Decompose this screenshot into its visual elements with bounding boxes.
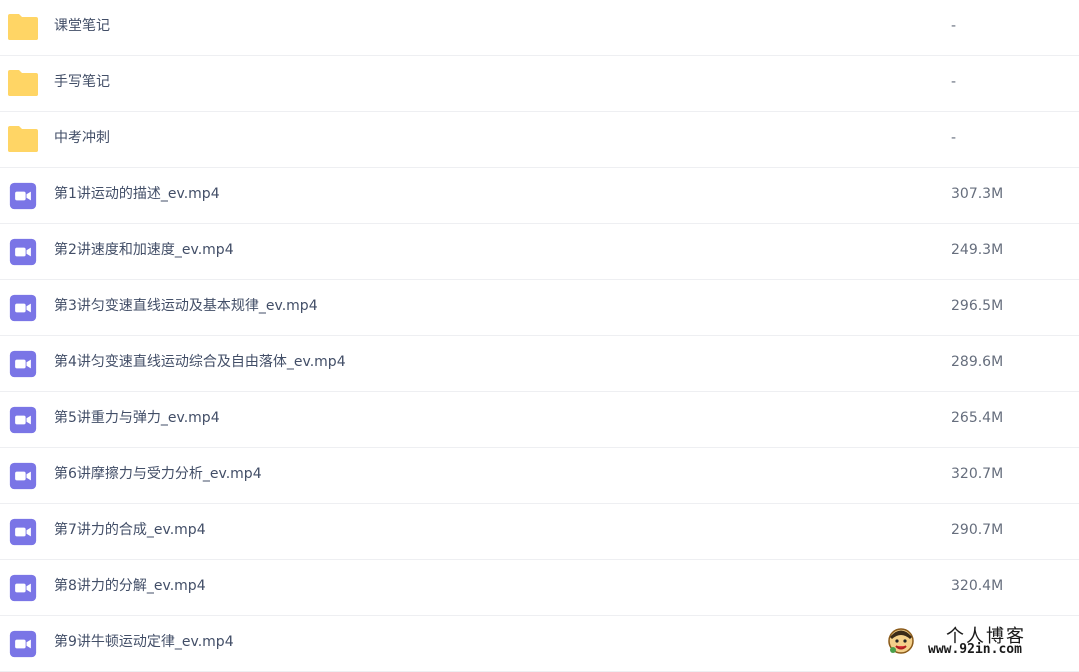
file-name[interactable]: 第3讲匀变速直线运动及基本规律_ev.mp4 [54,280,318,332]
mascot-icon [888,628,914,654]
file-size: - [951,18,957,34]
file-size: 320.7M [951,466,1004,482]
file-size: - [951,74,957,90]
file-size: 289.6M [951,354,1004,370]
folder-row[interactable]: 中考冲刺 - [0,112,1079,168]
video-file-icon [7,237,39,266]
folder-icon [7,69,39,97]
folder-icon [7,125,39,153]
file-name[interactable]: 第6讲摩擦力与受力分析_ev.mp4 [54,448,262,500]
file-size: 296.5M [951,298,1004,314]
video-file-icon [7,293,39,322]
video-file-icon [7,181,39,210]
file-name[interactable]: 课堂笔记 [54,0,110,52]
file-name[interactable]: 第1讲运动的描述_ev.mp4 [54,168,220,220]
file-row[interactable]: 第4讲匀变速直线运动综合及自由落体_ev.mp4 289.6M [0,336,1079,392]
file-name[interactable]: 手写笔记 [54,56,110,108]
video-file-icon [7,461,39,490]
file-row[interactable]: 第8讲力的分解_ev.mp4 320.4M [0,560,1079,616]
file-name[interactable]: 第8讲力的分解_ev.mp4 [54,560,206,612]
file-size: 290.7M [951,522,1004,538]
watermark: 个人博客 www.92in.com [886,622,1076,662]
file-name[interactable]: 第2讲速度和加速度_ev.mp4 [54,224,234,276]
file-row[interactable]: 第2讲速度和加速度_ev.mp4 249.3M [0,224,1079,280]
folder-row[interactable]: 课堂笔记 - [0,0,1079,56]
file-size: 265.4M [951,410,1004,426]
file-row[interactable]: 第7讲力的合成_ev.mp4 290.7M [0,504,1079,560]
file-row[interactable]: 第3讲匀变速直线运动及基本规律_ev.mp4 296.5M [0,280,1079,336]
folder-icon [7,13,39,41]
file-name[interactable]: 中考冲刺 [54,112,110,164]
file-name[interactable]: 第7讲力的合成_ev.mp4 [54,504,206,556]
file-size: 249.3M [951,242,1004,258]
video-file-icon [7,405,39,434]
folder-row[interactable]: 手写笔记 - [0,56,1079,112]
video-file-icon [7,517,39,546]
watermark-url: www.92in.com [928,642,1022,657]
file-name[interactable]: 第4讲匀变速直线运动综合及自由落体_ev.mp4 [54,336,346,388]
file-name[interactable]: 第5讲重力与弹力_ev.mp4 [54,392,220,444]
file-list: 课堂笔记 - 手写笔记 - 中考冲刺 - 第1讲运动的描述_ev.mp4 307.3M 第2讲速… [0,0,1079,672]
file-size: 320.4M [951,578,1004,594]
file-size: 307.3M [951,186,1004,202]
file-size: - [951,130,957,146]
file-row[interactable]: 第5讲重力与弹力_ev.mp4 265.4M [0,392,1079,448]
video-file-icon [7,629,39,658]
video-file-icon [7,349,39,378]
file-name[interactable]: 第9讲牛顿运动定律_ev.mp4 [54,616,234,668]
file-row[interactable]: 第1讲运动的描述_ev.mp4 307.3M [0,168,1079,224]
video-file-icon [7,573,39,602]
file-row[interactable]: 第6讲摩擦力与受力分析_ev.mp4 320.7M [0,448,1079,504]
